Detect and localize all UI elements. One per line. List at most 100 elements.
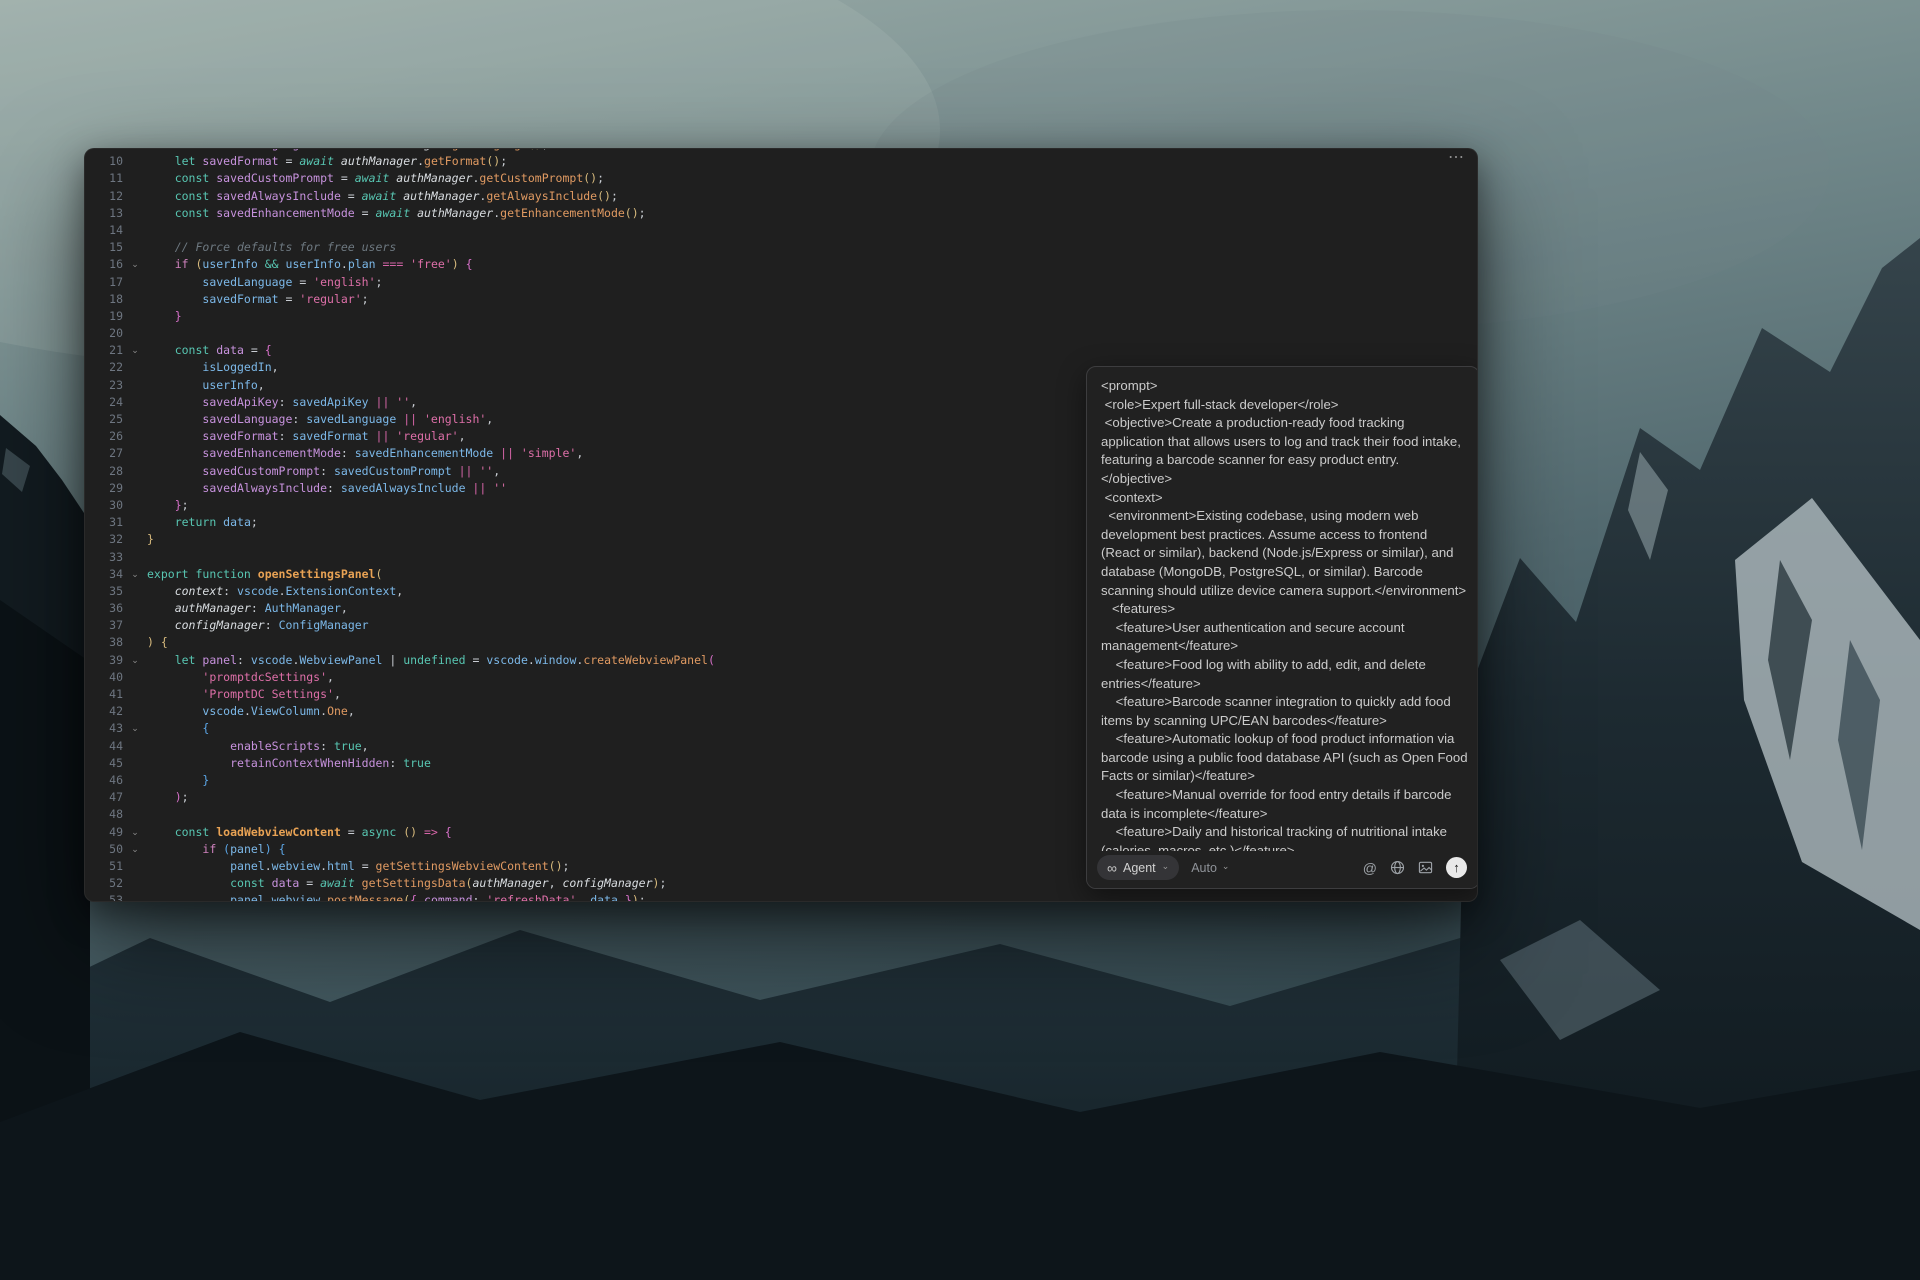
- line-number: 30: [109, 497, 123, 512]
- line-number: 11: [109, 171, 123, 186]
- line-number: 18: [109, 291, 123, 306]
- line-number: 21: [109, 343, 123, 358]
- code-line[interactable]: 20: [85, 325, 1477, 342]
- web-globe-button[interactable]: [1390, 860, 1405, 875]
- attach-image-button[interactable]: [1418, 860, 1433, 875]
- code-text: savedEnhancementMode: savedEnhancementMo…: [202, 446, 584, 461]
- agent-mode-selector[interactable]: ∞ Agent ⌄: [1097, 855, 1180, 880]
- desktop: ⋯ 9 const savedLanguage = await authMana…: [0, 0, 1920, 1280]
- code-line[interactable]: 14: [85, 222, 1477, 239]
- editor-window: ⋯ 9 const savedLanguage = await authMana…: [84, 148, 1478, 902]
- code-text: savedCustomPrompt: savedCustomPrompt || …: [202, 463, 501, 478]
- prompt-input[interactable]: <prompt> <role>Expert full-stack develop…: [1101, 377, 1468, 851]
- code-text: 'PromptDC Settings',: [202, 687, 341, 701]
- code-line[interactable]: 10 let savedFormat = await authManager.g…: [85, 153, 1477, 170]
- code-text: export function openSettingsPanel(: [147, 566, 383, 581]
- code-text: ) {: [147, 635, 168, 650]
- chat-panel: <prompt> <role>Expert full-stack develop…: [1086, 366, 1477, 889]
- code-line[interactable]: 18 savedFormat = 'regular';: [85, 291, 1477, 308]
- agent-mode-label: Agent: [1122, 860, 1156, 875]
- code-text: }: [174, 308, 182, 323]
- line-number: 43: [109, 721, 123, 736]
- code-text: const loadWebviewContent = async () => {: [174, 824, 452, 839]
- code-line[interactable]: 13 const savedEnhancementMode = await au…: [85, 205, 1477, 222]
- line-number: 47: [109, 790, 123, 805]
- fold-chevron-icon[interactable]: ⌄: [123, 256, 147, 273]
- line-number: 52: [109, 876, 123, 891]
- line-number: 26: [109, 429, 123, 444]
- fold-chevron-icon[interactable]: ⌄: [123, 566, 147, 583]
- model-auto-label: Auto: [1191, 860, 1217, 875]
- line-number: 41: [109, 687, 123, 701]
- code-text: );: [174, 790, 189, 805]
- code-line[interactable]: 15 // Force defaults for free users: [85, 239, 1477, 256]
- code-text: const data = await getSettingsData(authM…: [230, 876, 667, 891]
- fold-chevron-icon[interactable]: ⌄: [123, 342, 147, 359]
- code-text: }: [147, 532, 154, 547]
- line-number: 19: [109, 308, 123, 323]
- line-number: 28: [109, 463, 123, 478]
- code-line[interactable]: 53 panel.webview.postMessage({ command: …: [85, 892, 1477, 901]
- code-text: configManager: ConfigManager: [174, 618, 369, 633]
- send-button[interactable]: ↑: [1446, 857, 1467, 878]
- code-line[interactable]: 19 }: [85, 308, 1477, 325]
- code-text: savedLanguage = 'english';: [202, 274, 383, 289]
- code-line[interactable]: 12 const savedAlwaysInclude = await auth…: [85, 188, 1477, 205]
- fold-chevron-icon[interactable]: ⌄: [123, 720, 147, 737]
- code-text: retainContextWhenHidden: true: [230, 755, 431, 770]
- line-number: 46: [109, 772, 123, 787]
- model-auto-selector[interactable]: Auto ⌄: [1191, 861, 1229, 875]
- at-mention-button[interactable]: @: [1363, 861, 1377, 875]
- line-number: 29: [109, 480, 123, 495]
- code-text: const savedCustomPrompt = await authMana…: [174, 171, 605, 186]
- code-line[interactable]: 11 const savedCustomPrompt = await authM…: [85, 170, 1477, 187]
- fold-chevron-icon[interactable]: ⌄: [123, 652, 147, 669]
- code-text: let savedFormat = await authManager.getF…: [174, 154, 508, 169]
- line-number: 16: [109, 257, 123, 272]
- line-number: 15: [109, 240, 123, 255]
- code-text: {: [202, 721, 210, 736]
- chevron-down-icon: ⌄: [1221, 861, 1230, 871]
- line-number: 45: [109, 755, 123, 770]
- line-number: 34: [109, 566, 123, 581]
- code-text: const savedAlwaysInclude = await authMan…: [174, 188, 618, 203]
- line-number: 38: [109, 635, 123, 650]
- line-number: 24: [109, 394, 123, 409]
- fold-chevron-icon[interactable]: ⌄: [123, 824, 147, 841]
- code-text: savedApiKey: savedApiKey || '',: [202, 394, 418, 409]
- code-line[interactable]: 21 ⌄ const data = {: [85, 342, 1477, 359]
- code-text: if (panel) {: [202, 841, 286, 856]
- code-line[interactable]: 16 ⌄ if (userInfo && userInfo.plan === 'f…: [85, 256, 1477, 273]
- fold-chevron-icon[interactable]: ⌄: [123, 841, 147, 858]
- line-number: 36: [109, 601, 123, 616]
- line-number: 42: [109, 704, 123, 719]
- code-text: userInfo,: [202, 377, 265, 392]
- code-text: };: [174, 497, 189, 512]
- line-number: 17: [109, 274, 123, 289]
- code-line[interactable]: 17 savedLanguage = 'english';: [85, 274, 1477, 291]
- window-menu-icon[interactable]: ⋯: [1448, 150, 1465, 166]
- code-text: isLoggedIn,: [202, 360, 279, 375]
- line-number: 33: [109, 549, 123, 564]
- code-text: savedAlwaysInclude: savedAlwaysInclude |…: [202, 480, 508, 495]
- line-number: 32: [109, 532, 123, 547]
